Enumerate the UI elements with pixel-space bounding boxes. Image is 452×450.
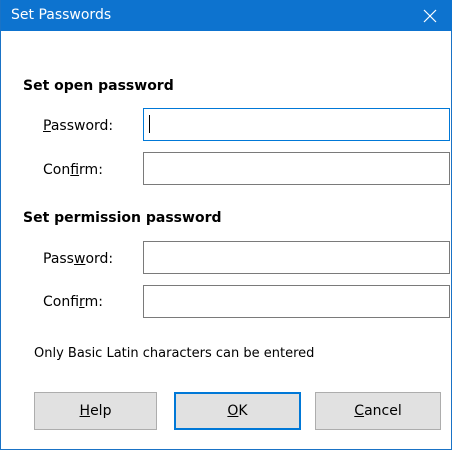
help-button[interactable]: Help — [34, 392, 157, 430]
open-password-input[interactable] — [143, 108, 450, 141]
close-icon — [423, 9, 437, 23]
dialog-title: Set Passwords — [11, 7, 112, 23]
permission-confirm-input[interactable] — [143, 285, 450, 318]
permission-password-label: Password: — [43, 251, 114, 267]
permission-password-input[interactable] — [143, 241, 450, 274]
open-password-label: Password: — [43, 118, 114, 134]
set-passwords-dialog: Set Passwords Set open password Password… — [0, 0, 452, 450]
basic-latin-note: Only Basic Latin characters can be enter… — [34, 346, 315, 361]
open-password-heading: Set open password — [23, 78, 174, 94]
title-bar[interactable]: Set Passwords — [1, 0, 452, 31]
ok-button[interactable]: OK — [174, 392, 301, 430]
open-confirm-input[interactable] — [143, 152, 450, 185]
text-caret — [149, 115, 150, 133]
close-button[interactable] — [407, 0, 452, 31]
permission-confirm-label: Confirm: — [43, 294, 103, 310]
permission-password-heading: Set permission password — [23, 210, 222, 226]
open-confirm-label: Confirm: — [43, 162, 103, 178]
cancel-button[interactable]: Cancel — [315, 392, 441, 430]
